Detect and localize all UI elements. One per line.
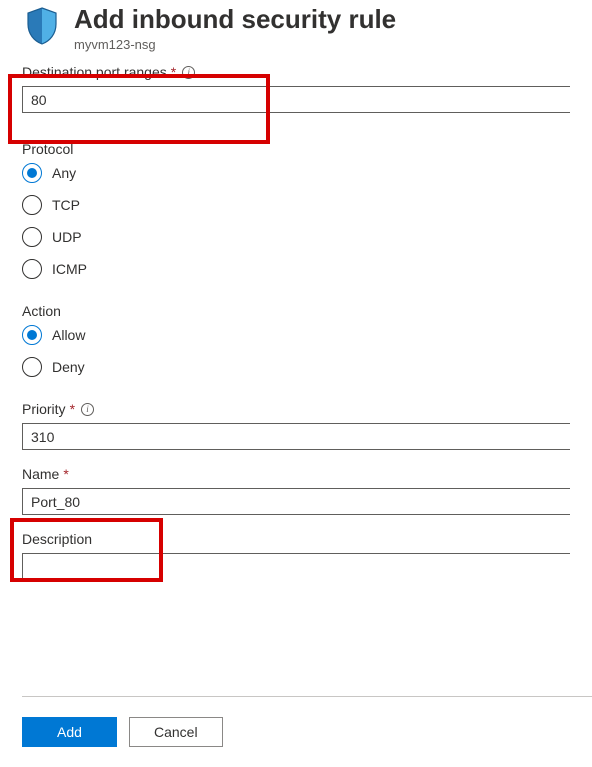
radio-icon (22, 163, 42, 183)
priority-label: Priority * i (22, 401, 570, 417)
required-star: * (70, 401, 75, 417)
protocol-option-icmp[interactable]: ICMP (22, 259, 570, 279)
cancel-button[interactable]: Cancel (129, 717, 223, 747)
radio-icon (22, 195, 42, 215)
protocol-option-tcp[interactable]: TCP (22, 195, 570, 215)
form-area: Destination port ranges * i Protocol Any… (0, 64, 592, 584)
panel-header: Add inbound security rule myvm123-nsg (0, 0, 592, 52)
protocol-radio-group: Any TCP UDP ICMP (22, 163, 570, 279)
dest-port-group: Destination port ranges * i (22, 64, 570, 113)
required-star: * (63, 466, 68, 482)
name-input[interactable] (22, 488, 570, 515)
info-icon[interactable]: i (81, 403, 94, 416)
resource-subtitle: myvm123-nsg (74, 37, 396, 52)
description-group: Description (22, 531, 570, 584)
description-input[interactable] (22, 553, 570, 581)
footer-buttons: Add Cancel (22, 717, 223, 747)
dest-port-label: Destination port ranges * i (22, 64, 570, 80)
protocol-option-any[interactable]: Any (22, 163, 570, 183)
action-group: Action Allow Deny (22, 303, 570, 377)
protocol-option-udp[interactable]: UDP (22, 227, 570, 247)
priority-group: Priority * i (22, 401, 570, 450)
dest-port-input[interactable] (22, 86, 570, 113)
required-star: * (171, 64, 176, 80)
name-group: Name * (22, 466, 570, 515)
action-label: Action (22, 303, 570, 319)
radio-icon (22, 227, 42, 247)
action-option-deny[interactable]: Deny (22, 357, 570, 377)
action-option-allow[interactable]: Allow (22, 325, 570, 345)
info-icon[interactable]: i (182, 66, 195, 79)
radio-icon (22, 259, 42, 279)
description-label: Description (22, 531, 570, 547)
action-radio-group: Allow Deny (22, 325, 570, 377)
radio-icon (22, 325, 42, 345)
protocol-label: Protocol (22, 141, 570, 157)
shield-icon (22, 6, 62, 46)
page-title: Add inbound security rule (74, 4, 396, 35)
radio-icon (22, 357, 42, 377)
name-label: Name * (22, 466, 570, 482)
protocol-group: Protocol Any TCP UDP ICMP (22, 141, 570, 279)
priority-input[interactable] (22, 423, 570, 450)
footer-divider (22, 696, 592, 697)
add-button[interactable]: Add (22, 717, 117, 747)
